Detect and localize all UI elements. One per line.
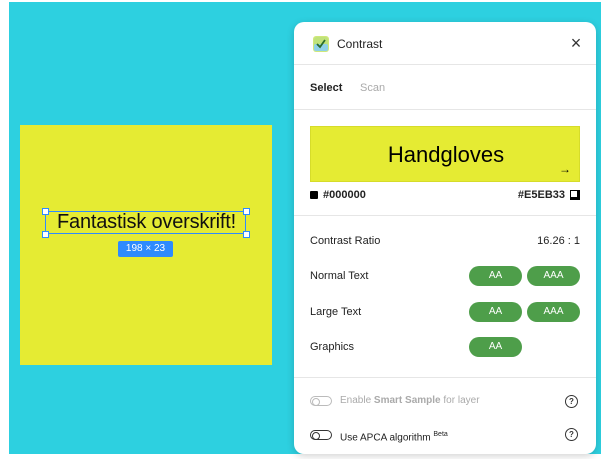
panel-header: Contrast × [294,22,596,64]
foreground-color[interactable]: #000000 [310,188,366,202]
foreground-hex: #000000 [323,189,366,201]
resize-handle-bottom-left[interactable] [42,231,49,238]
contrast-plugin-panel: Contrast × Select Scan Handgloves → #000… [294,22,596,454]
apca-toggle[interactable] [310,430,332,440]
close-icon[interactable]: × [566,33,586,53]
arrow-right-icon[interactable]: → [559,162,571,176]
divider [294,109,596,110]
resize-handle-bottom-right[interactable] [243,231,250,238]
help-icon[interactable]: ? [565,428,578,441]
large-text-aaa-badge: AAA [527,302,580,322]
background-color[interactable]: #E5EB33 [518,188,580,202]
divider [294,377,596,378]
normal-text-aaa-badge: AAA [527,266,580,286]
background-swatch-icon [570,190,580,201]
divider [294,215,596,216]
help-icon[interactable]: ? [565,395,578,408]
tab-scan[interactable]: Scan [360,81,385,95]
normal-text-aa-badge: AA [469,266,522,286]
contrast-ratio-label: Contrast Ratio [310,235,381,247]
foreground-swatch-icon [310,191,318,200]
graphics-label: Graphics [310,341,355,353]
resize-handle-top-left[interactable] [42,208,49,215]
smart-sample-label: Enable Smart Sample for layer [340,395,480,406]
divider [294,64,596,65]
contrast-preview: Handgloves → [310,126,580,182]
smart-sample-toggle[interactable] [310,396,332,406]
large-text-label: Large Text [310,306,362,318]
background-hex: #E5EB33 [517,189,565,201]
contrast-ratio-value: 16.26 : 1 [537,235,580,247]
large-text-aa-badge: AA [469,302,522,322]
preview-sample-text: Handgloves [387,142,505,167]
contrast-app-icon [313,36,329,52]
apca-label: Use APCA algorithm Beta [340,431,448,444]
tab-select[interactable]: Select [310,81,342,95]
resize-handle-top-right[interactable] [243,208,250,215]
graphics-aa-badge: AA [469,337,522,357]
panel-title: Contrast [337,37,383,51]
dimension-badge: 198 × 23 [118,241,173,257]
normal-text-label: Normal Text [310,270,369,282]
selection-box [45,211,246,234]
